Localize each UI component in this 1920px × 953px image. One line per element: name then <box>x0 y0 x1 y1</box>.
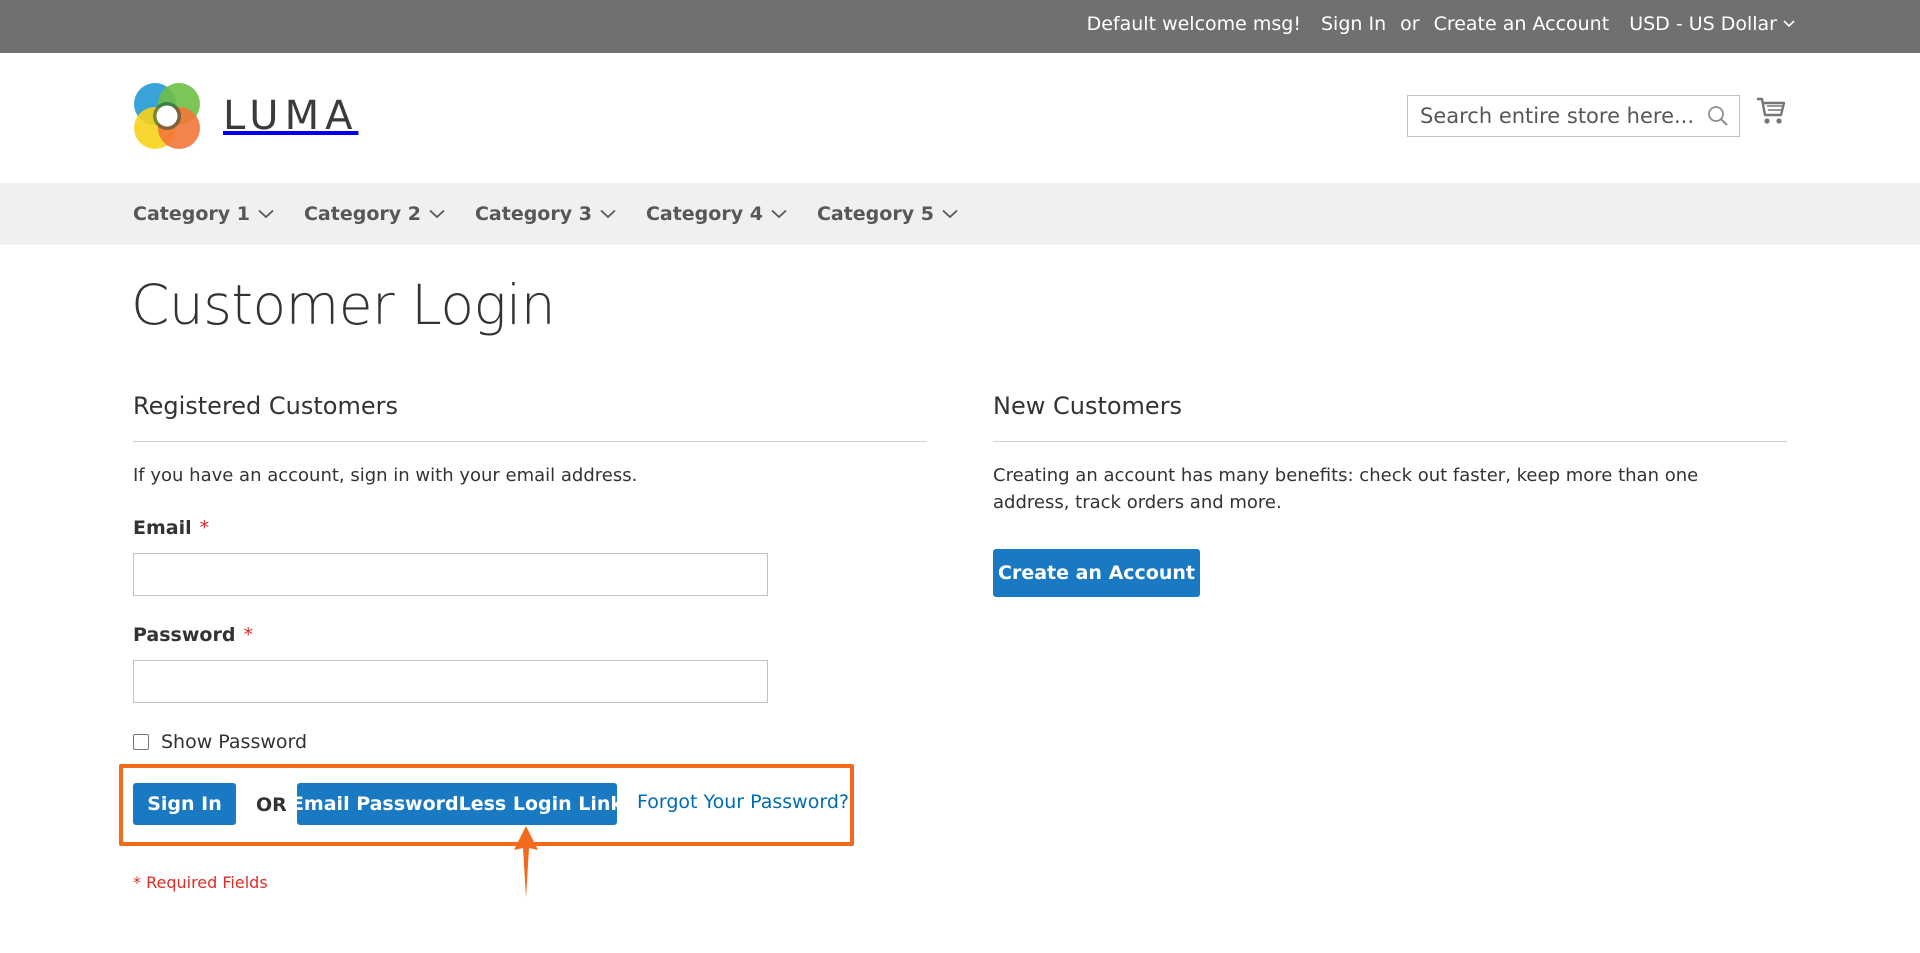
minicart-link[interactable] <box>1756 97 1786 129</box>
nav-item-category-1[interactable]: Category 1 <box>133 203 274 225</box>
currency-label: USD - US Dollar <box>1629 13 1777 35</box>
nav-item-category-4[interactable]: Category 4 <box>646 203 787 225</box>
registered-divider <box>133 441 927 442</box>
nav-item-label: Category 1 <box>133 203 250 225</box>
new-customers-title: New Customers <box>993 392 1183 420</box>
chevron-down-icon <box>600 209 616 219</box>
search-input[interactable] <box>1408 96 1739 136</box>
luma-logo-icon <box>134 83 200 149</box>
registered-intro-text: If you have an account, sign in with you… <box>133 465 638 486</box>
password-field-wrapper <box>133 660 768 703</box>
email-label: Email * <box>133 517 209 539</box>
password-field[interactable] <box>134 661 767 702</box>
chevron-down-icon <box>258 209 274 219</box>
top-panel: Default welcome msg! Sign In or Create a… <box>0 0 1920 53</box>
search-icon[interactable] <box>1707 105 1729 127</box>
nav-item-label: Category 5 <box>816 203 934 225</box>
new-customers-text: Creating an account has many benefits: c… <box>993 465 1699 513</box>
email-label-text: Email <box>133 517 192 539</box>
chevron-down-icon <box>429 209 445 219</box>
email-field[interactable] <box>134 554 767 595</box>
nav-item-category-2[interactable]: Category 2 <box>304 203 445 225</box>
shopping-cart-icon <box>1757 97 1786 124</box>
nav-item-category-3[interactable]: Category 3 <box>475 203 616 225</box>
chevron-down-icon <box>1783 20 1795 28</box>
nav-item-label: Category 3 <box>474 203 592 225</box>
password-label: Password * <box>133 624 253 646</box>
store-logo[interactable]: LUMA <box>133 82 358 150</box>
top-sign-in-link[interactable]: Sign In <box>1321 13 1386 35</box>
top-or-text: or <box>1400 13 1420 35</box>
annotation-highlight-box <box>119 764 854 846</box>
email-field-wrapper <box>133 553 768 596</box>
welcome-message: Default welcome msg! <box>1086 13 1301 35</box>
registered-customers-title: Registered Customers <box>133 392 398 420</box>
show-password-control[interactable]: Show Password <box>133 731 307 753</box>
required-fields-note: * Required Fields <box>133 873 268 892</box>
chevron-down-icon <box>771 209 787 219</box>
nav-item-label: Category 2 <box>303 203 421 225</box>
show-password-label: Show Password <box>161 731 308 753</box>
page-title: Customer Login <box>131 273 556 337</box>
create-account-button[interactable]: Create an Account <box>993 549 1200 597</box>
required-asterisk: * <box>243 624 253 646</box>
required-asterisk: * <box>199 517 210 539</box>
search-box <box>1407 95 1740 137</box>
main-navigation: Category 1 Category 2 Category 3 Categor… <box>0 183 1920 245</box>
password-label-text: Password <box>133 624 236 646</box>
show-password-checkbox[interactable] <box>133 734 149 750</box>
nav-item-label: Category 4 <box>645 203 763 225</box>
logo-text: LUMA <box>223 93 359 139</box>
new-customers-divider <box>993 441 1787 442</box>
nav-item-category-5[interactable]: Category 5 <box>817 203 958 225</box>
top-links: Default welcome msg! Sign In or Create a… <box>1087 0 1795 48</box>
currency-switcher[interactable]: USD - US Dollar <box>1629 13 1795 35</box>
annotation-arrow-icon <box>514 826 538 898</box>
chevron-down-icon <box>942 209 958 219</box>
top-create-account-link[interactable]: Create an Account <box>1434 13 1610 35</box>
